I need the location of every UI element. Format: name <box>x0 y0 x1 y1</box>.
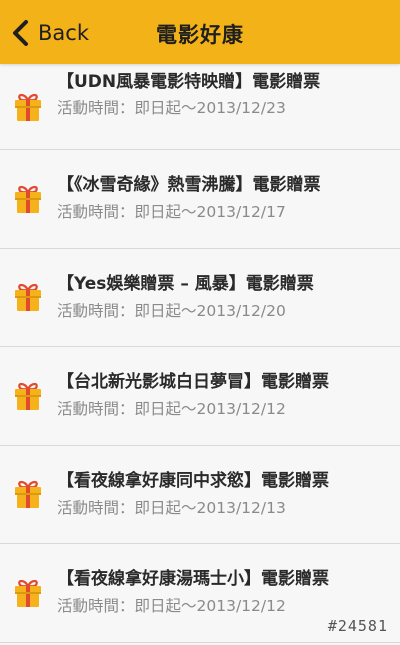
list-item[interactable]: 【看夜線拿好康同中求慾】電影贈票 活動時間：即日起～2013/12/13 <box>0 445 400 544</box>
item-title: 【台北新光影城白日夢冒】電影贈票 <box>57 372 329 392</box>
gift-icon <box>15 382 41 410</box>
navigation-bar: Back 電影好康 <box>0 0 400 64</box>
item-title: 【Yes娛樂贈票 – 風暴】電影贈票 <box>57 273 314 294</box>
list-item[interactable]: 【UDN風暴電影特映贈】電影贈票 活動時間：即日起～2013/12/23 <box>0 64 400 150</box>
gift-icon <box>15 579 41 607</box>
item-title: 【UDN風暴電影特映贈】電影贈票 <box>57 72 321 92</box>
gift-icon <box>15 481 41 509</box>
list-item[interactable]: 【台北新光影城白日夢冒】電影贈票 活動時間：即日起～2013/12/12 <box>0 347 400 446</box>
list-item[interactable]: 【《冰雪奇緣》熱雪沸騰】電影贈票 活動時間：即日起～2013/12/17 <box>0 150 400 249</box>
item-title: 【看夜線拿好康湯瑪士小】電影贈票 <box>57 569 329 589</box>
item-date: 活動時間：即日起～2013/12/13 <box>57 498 286 517</box>
list-item[interactable]: 【Yes娛樂贈票 – 風暴】電影贈票 活動時間：即日起～2013/12/20 <box>0 248 400 347</box>
gift-icon <box>15 185 41 213</box>
promo-list: 【UDN風暴電影特映贈】電影贈票 活動時間：即日起～2013/12/23 【《冰… <box>0 64 400 645</box>
item-date: 活動時間：即日起～2013/12/17 <box>57 203 286 221</box>
item-date: 活動時間：即日起～2013/12/20 <box>57 301 286 320</box>
page-title: 電影好康 <box>156 23 244 47</box>
item-date: 活動時間：即日起～2013/12/23 <box>57 99 286 117</box>
item-date: 活動時間：即日起～2013/12/12 <box>57 400 286 418</box>
item-date: 活動時間：即日起～2013/12/12 <box>57 597 286 615</box>
gift-icon <box>15 93 41 121</box>
watermark-id: #24581 <box>327 617 388 635</box>
item-title: 【《冰雪奇緣》熱雪沸騰】電影贈票 <box>57 175 321 195</box>
item-title: 【看夜線拿好康同中求慾】電影贈票 <box>57 470 329 491</box>
gift-icon <box>15 284 41 312</box>
